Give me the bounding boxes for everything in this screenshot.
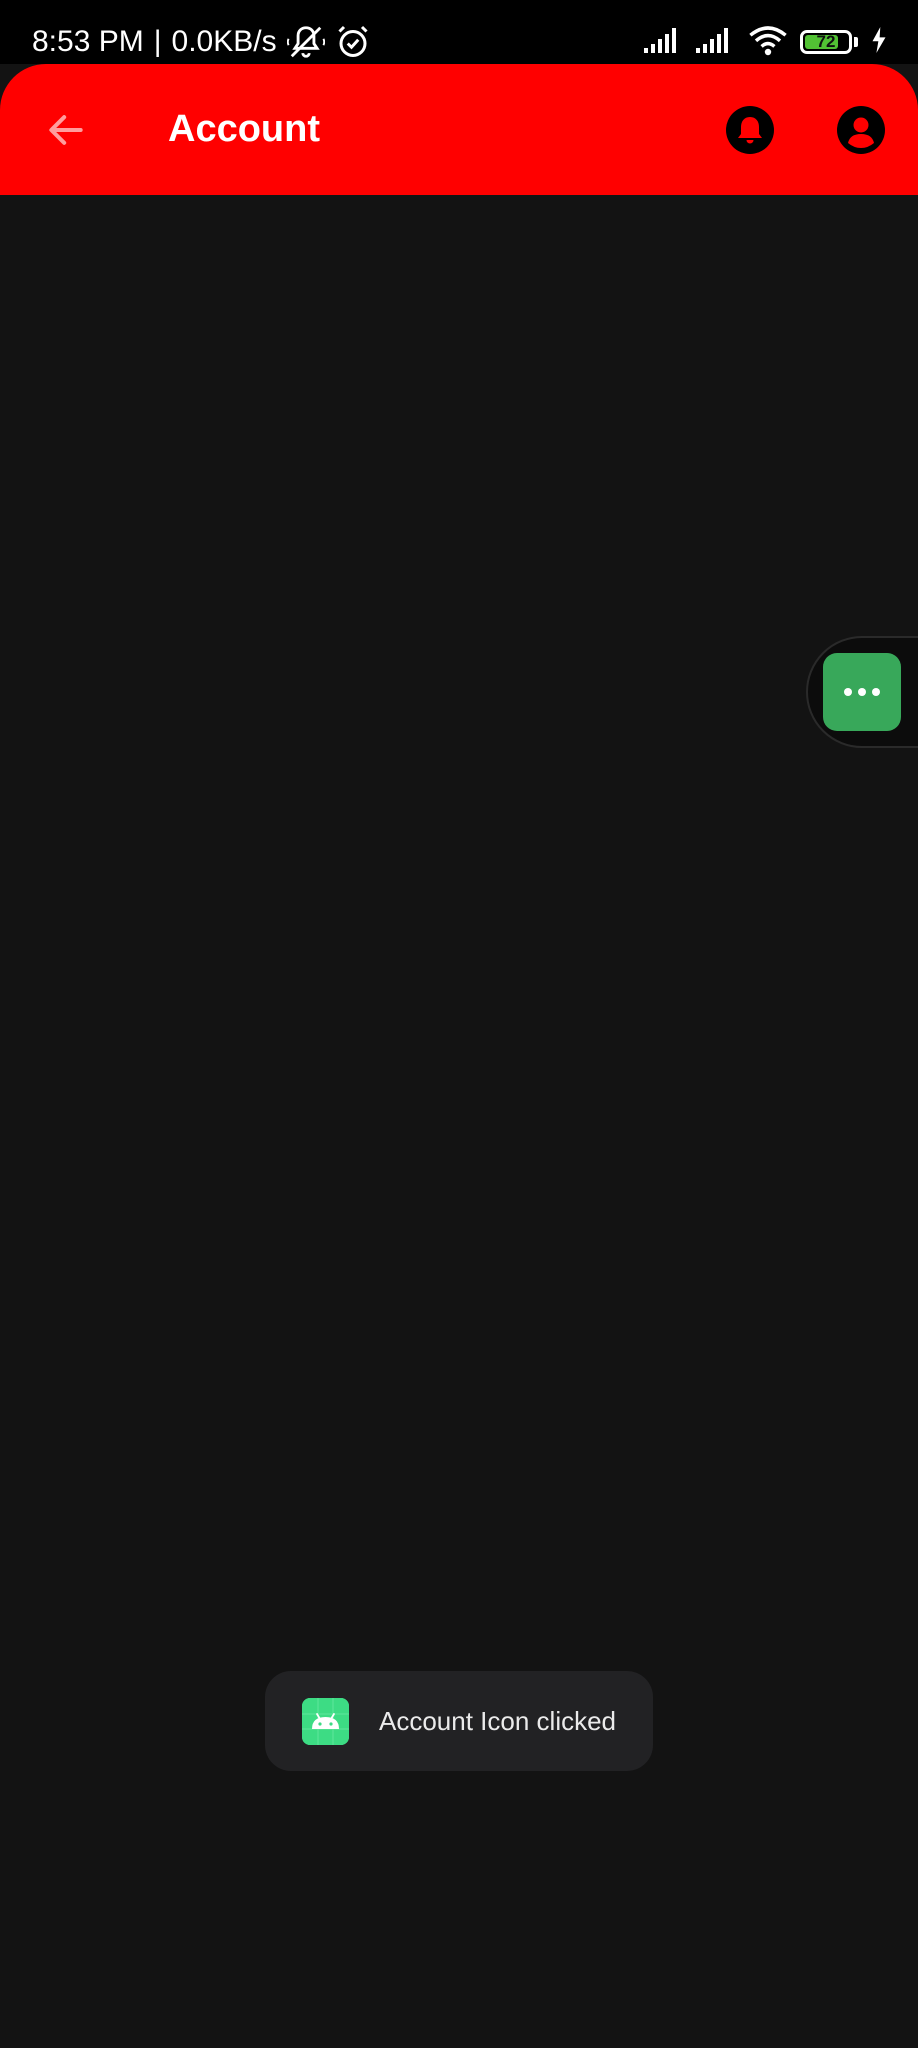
toast-message: Account Icon clicked — [379, 1705, 617, 1736]
account-circle-icon — [837, 106, 885, 154]
page-title: Account — [168, 108, 320, 150]
more-dot — [872, 688, 880, 696]
status-bar: 8:53 PM | 0.0KB/s 72 — [0, 0, 918, 64]
battery-cap — [854, 37, 858, 47]
account-button[interactable] — [836, 105, 886, 155]
notifications-button[interactable] — [725, 105, 775, 155]
mute-icon — [286, 23, 325, 61]
signal-icon — [644, 26, 684, 59]
toast: Account Icon clicked — [265, 1671, 653, 1771]
status-separator: | — [153, 25, 162, 58]
arrow-back-icon — [49, 115, 83, 145]
back-button[interactable] — [34, 98, 98, 162]
charging-icon — [870, 26, 888, 58]
wifi-icon — [748, 24, 788, 61]
more-horizontal-icon — [844, 688, 852, 696]
signal-icon — [696, 26, 736, 59]
battery-level: 72 — [816, 32, 836, 51]
status-net-speed: 0.0KB/s — [171, 25, 277, 58]
bell-icon — [726, 106, 774, 154]
more-dot — [858, 688, 866, 696]
android-icon — [302, 1697, 349, 1745]
alarm-icon — [335, 24, 371, 60]
app-bar: Account — [0, 64, 918, 195]
status-right: 72 — [644, 18, 888, 66]
floating-more-button[interactable] — [823, 653, 901, 731]
battery-icon: 72 — [800, 30, 852, 54]
